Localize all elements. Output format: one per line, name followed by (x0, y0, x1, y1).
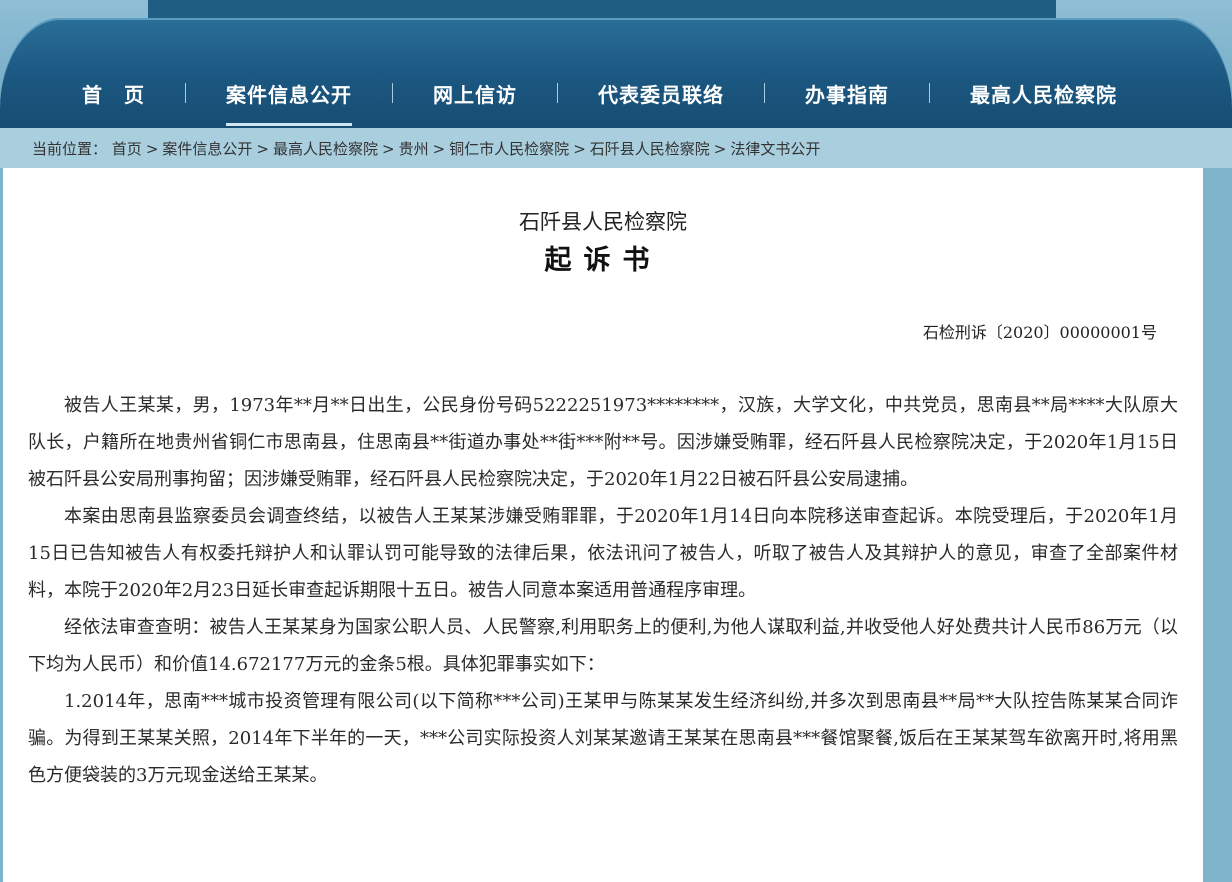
breadcrumb-item[interactable]: 最高人民检察院 (273, 140, 378, 158)
document-paragraph: 经依法审查查明：被告人王某某身为国家公职人员、人民警察,利用职务上的便利,为他人… (28, 617, 1178, 675)
breadcrumb-prefix: 当前位置： (32, 140, 108, 158)
breadcrumb-item[interactable]: 铜仁市人民检察院 (449, 140, 569, 158)
nav-item-deputy-liaison[interactable]: 代表委员联络 (558, 79, 764, 108)
breadcrumb-item[interactable]: 法律文书公开 (730, 140, 820, 158)
nav-item-home[interactable]: 首 页 (42, 79, 185, 108)
breadcrumb-separator: > (713, 140, 727, 158)
nav-item-supreme-procuratorate[interactable]: 最高人民检察院 (930, 79, 1157, 108)
nav-item-online-petition[interactable]: 网上信访 (393, 79, 557, 108)
document-title: 起诉书 (544, 245, 662, 276)
breadcrumb-bar: 当前位置： 首页 > 案件信息公开 > 最高人民检察院 > 贵州 > 铜仁市人民检察院 > 石阡县人… (0, 128, 1232, 168)
breadcrumb-separator: > (573, 140, 586, 158)
breadcrumb-separator: > (382, 140, 395, 158)
nav-items: 首 页 案件信息公开 网上信访 代表委员联络 办事指南 最高人民检察院 (42, 75, 1157, 126)
document-body: 被告人王某某，男，1973年**月**日出生，公民身份号码5222251973*… (28, 387, 1178, 794)
breadcrumb-separator: > (145, 140, 159, 158)
breadcrumb: 当前位置： 首页 > 案件信息公开 > 最高人民检察院 > 贵州 > 铜仁市人民检察院 > 石阡县人… (32, 138, 820, 159)
document-paragraph: 被告人王某某，男，1973年**月**日出生，公民身份号码5222251973*… (28, 395, 1178, 490)
breadcrumb-item[interactable]: 案件信息公开 (162, 140, 252, 158)
breadcrumb-item[interactable]: 首页 (112, 140, 142, 158)
document-paragraph: 1.2014年，思南***城市投资管理有限公司(以下简称***公司)王某甲与陈某… (28, 691, 1178, 786)
main-navigation: 首 页 案件信息公开 网上信访 代表委员联络 办事指南 最高人民检察院 (0, 18, 1232, 128)
breadcrumb-item[interactable]: 贵州 (399, 140, 429, 158)
breadcrumb-item[interactable]: 石阡县人民检察院 (590, 140, 710, 158)
document-paragraph: 本案由思南县监察委员会调查终结，以被告人王某某涉嫌受贿罪罪，于2020年1月14… (28, 506, 1178, 601)
document-paper: 石阡县人民检察院 起诉书 石检刑诉〔2020〕00000001号 被告人王某某，… (3, 168, 1203, 882)
document-org: 石阡县人民检察院 (519, 210, 687, 234)
document-number: 石检刑诉〔2020〕00000001号 (922, 323, 1157, 342)
nav-item-case-info[interactable]: 案件信息公开 (186, 79, 392, 126)
breadcrumb-separator: > (256, 140, 269, 158)
breadcrumb-separator: > (432, 140, 446, 158)
nav-item-guide[interactable]: 办事指南 (765, 79, 929, 108)
